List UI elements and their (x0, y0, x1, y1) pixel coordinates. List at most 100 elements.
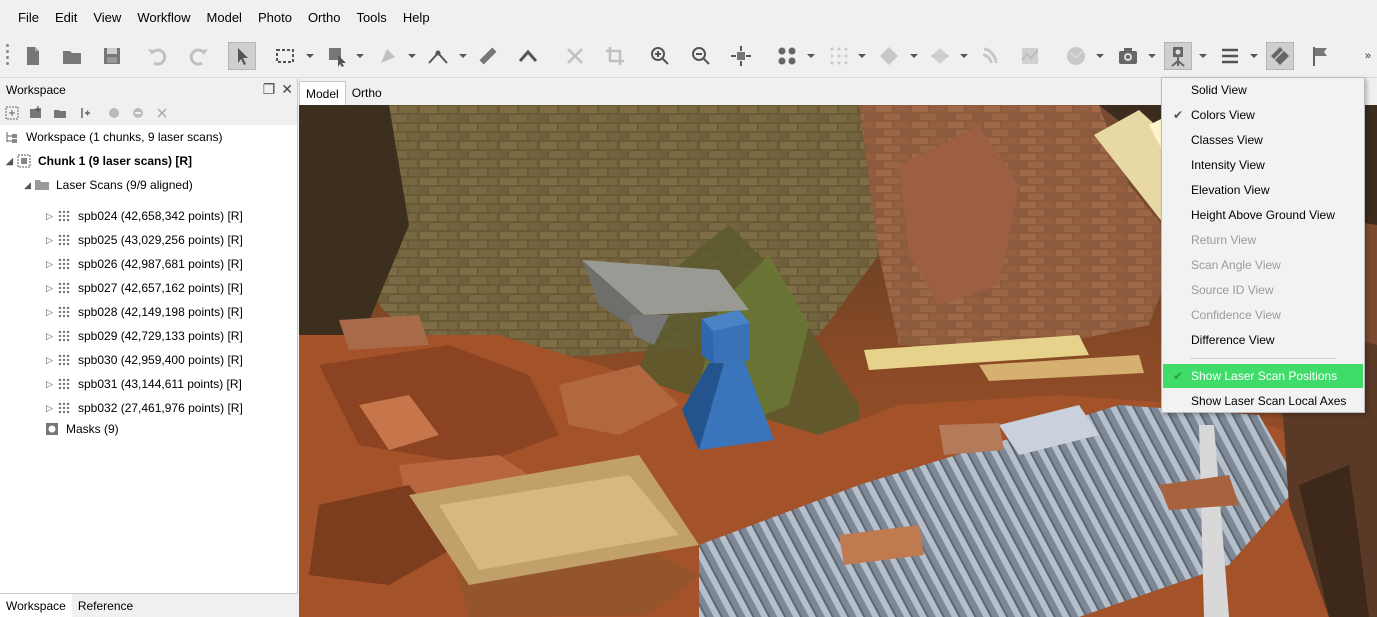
menu-item-show-laser-scan-positions[interactable]: ✔ Show Laser Scan Positions (1163, 364, 1363, 388)
tab-model[interactable]: Model (299, 81, 346, 105)
tree-laser-scan-item[interactable]: ▷ spb026 (42,987,681 points) [R] (46, 252, 243, 276)
expand-icon[interactable]: ▷ (46, 403, 56, 414)
menu-photo[interactable]: Photo (250, 10, 300, 25)
model-shaded-icon[interactable] (875, 42, 903, 70)
dem-icon[interactable] (1016, 42, 1044, 70)
laser-scan-label: spb030 (42,959,400 points) [R] (78, 353, 243, 367)
expand-icon[interactable]: ▷ (46, 331, 56, 342)
model-solid-icon[interactable] (926, 42, 954, 70)
expand-icon[interactable]: ▷ (46, 235, 56, 246)
tree-masks[interactable]: Masks (9) (44, 417, 119, 441)
tree-root[interactable]: Workspace (1 chunks, 9 laser scans) (4, 125, 223, 149)
zoom-in-icon[interactable] (646, 42, 674, 70)
menu-item-height-above-ground-view[interactable]: Height Above Ground View (1163, 203, 1363, 227)
menu-item-colors-view[interactable]: ✔ Colors View (1163, 103, 1363, 127)
toolbar-overflow-icon[interactable]: » (1365, 50, 1371, 62)
new-document-icon[interactable] (19, 42, 47, 70)
menu-separator (1190, 358, 1336, 359)
menu-item-elevation-view[interactable]: Elevation View (1163, 178, 1363, 202)
ruler-icon[interactable] (474, 42, 502, 70)
collapse-icon[interactable]: ◢ (6, 156, 16, 167)
laser-scan-icon (56, 353, 72, 367)
undock-icon[interactable]: ❐ (263, 82, 276, 96)
menu-item-difference-view[interactable]: Difference View (1163, 328, 1363, 352)
tree-laser-scans-folder[interactable]: ◢ Laser Scans (9/9 aligned) (24, 173, 193, 197)
laser-scanner-icon[interactable] (1164, 42, 1192, 70)
add-marker-icon[interactable] (76, 105, 92, 121)
menu-tools[interactable]: Tools (348, 10, 394, 25)
delete-icon[interactable] (561, 42, 589, 70)
tree-laser-scan-item[interactable]: ▷ spb028 (42,149,198 points) [R] (46, 300, 243, 324)
menu-item-show-laser-scan-local-axes[interactable]: Show Laser Scan Local Axes (1163, 389, 1363, 413)
menu-workflow[interactable]: Workflow (129, 10, 198, 25)
point-cloud-icon[interactable] (773, 42, 801, 70)
menu-help[interactable]: Help (395, 10, 438, 25)
globe-icon[interactable] (1062, 42, 1090, 70)
tree-laser-scan-item[interactable]: ▷ spb031 (43,144,611 points) [R] (46, 372, 242, 396)
zoom-out-icon[interactable] (687, 42, 715, 70)
draw-shape-icon[interactable] (374, 42, 402, 70)
expand-icon[interactable]: ▷ (46, 283, 56, 294)
expand-icon[interactable]: ▷ (46, 355, 56, 366)
redo-icon[interactable] (185, 42, 213, 70)
reset-view-icon[interactable] (727, 42, 755, 70)
expand-icon[interactable]: ▷ (46, 379, 56, 390)
flag-icon[interactable] (1306, 42, 1334, 70)
draw-polyline-icon[interactable] (514, 42, 542, 70)
menu-item-label: Height Above Ground View (1191, 208, 1335, 222)
menu-ortho[interactable]: Ortho (300, 10, 349, 25)
navigation-icon[interactable] (228, 42, 256, 70)
menu-item-scan-angle-view[interactable]: Scan Angle View (1163, 253, 1363, 277)
workspace-title: Workspace (6, 83, 66, 97)
points-icon[interactable] (825, 42, 853, 70)
undo-icon[interactable] (143, 42, 171, 70)
camera-icon[interactable] (1114, 42, 1142, 70)
menu-item-label: Show Laser Scan Positions (1191, 369, 1338, 383)
menu-item-classes-view[interactable]: Classes View (1163, 128, 1363, 152)
toolbar-grip[interactable] (6, 44, 10, 68)
draw-polyline-icon[interactable] (424, 42, 452, 70)
open-folder-icon[interactable] (58, 42, 86, 70)
menu-item-return-view[interactable]: Return View (1163, 228, 1363, 252)
menu-file[interactable]: File (10, 10, 47, 25)
menu-edit[interactable]: Edit (47, 10, 85, 25)
menu-item-label: Confidence View (1191, 308, 1281, 322)
ortho-icon[interactable] (1266, 42, 1294, 70)
expand-icon[interactable]: ▷ (46, 307, 56, 318)
add-photos-icon[interactable] (28, 105, 44, 121)
menu-bar: File Edit View Workflow Model Photo Orth… (0, 0, 1377, 34)
crop-icon[interactable] (601, 42, 629, 70)
remove-icon[interactable] (154, 105, 170, 121)
expand-icon[interactable]: ▷ (46, 211, 56, 222)
menu-icon[interactable] (1216, 42, 1244, 70)
menu-item-confidence-view[interactable]: Confidence View (1163, 303, 1363, 327)
main-toolbar: » (0, 34, 1377, 78)
tree-chunk[interactable]: ◢ Chunk 1 (9 laser scans) [R] (6, 149, 192, 173)
tab-reference[interactable]: Reference (72, 594, 139, 617)
menu-item-intensity-view[interactable]: Intensity View (1163, 153, 1363, 177)
add-folder-icon[interactable] (52, 105, 68, 121)
move-object-icon[interactable] (323, 42, 351, 70)
disable-icon[interactable] (130, 105, 146, 121)
tree-laser-scan-item[interactable]: ▷ spb024 (42,658,342 points) [R] (46, 204, 243, 228)
menu-item-source-id-view[interactable]: Source ID View (1163, 278, 1363, 302)
enable-icon[interactable] (106, 105, 122, 121)
collapse-icon[interactable]: ◢ (24, 180, 34, 191)
rectangle-selection-icon[interactable] (271, 42, 299, 70)
add-chunk-icon[interactable] (4, 105, 20, 121)
tab-ortho[interactable]: Ortho (346, 81, 388, 105)
expand-icon[interactable]: ▷ (46, 259, 56, 270)
laser-scan-label: spb028 (42,149,198 points) [R] (78, 305, 243, 319)
laser-scan-icon (56, 281, 72, 295)
tree-laser-scan-item[interactable]: ▷ spb027 (42,657,162 points) [R] (46, 276, 243, 300)
tree-laser-scan-item[interactable]: ▷ spb029 (42,729,133 points) [R] (46, 324, 243, 348)
save-icon[interactable] (98, 42, 126, 70)
tree-laser-scan-item[interactable]: ▷ spb030 (42,959,400 points) [R] (46, 348, 243, 372)
tree-laser-scan-item[interactable]: ▷ spb025 (43,029,256 points) [R] (46, 228, 243, 252)
menu-item-solid-view[interactable]: Solid View (1163, 78, 1363, 102)
menu-view[interactable]: View (85, 10, 129, 25)
tiled-model-icon[interactable] (976, 42, 1004, 70)
tab-workspace[interactable]: Workspace (0, 594, 72, 617)
close-icon[interactable]: ✕ (281, 82, 293, 96)
menu-model[interactable]: Model (199, 10, 250, 25)
